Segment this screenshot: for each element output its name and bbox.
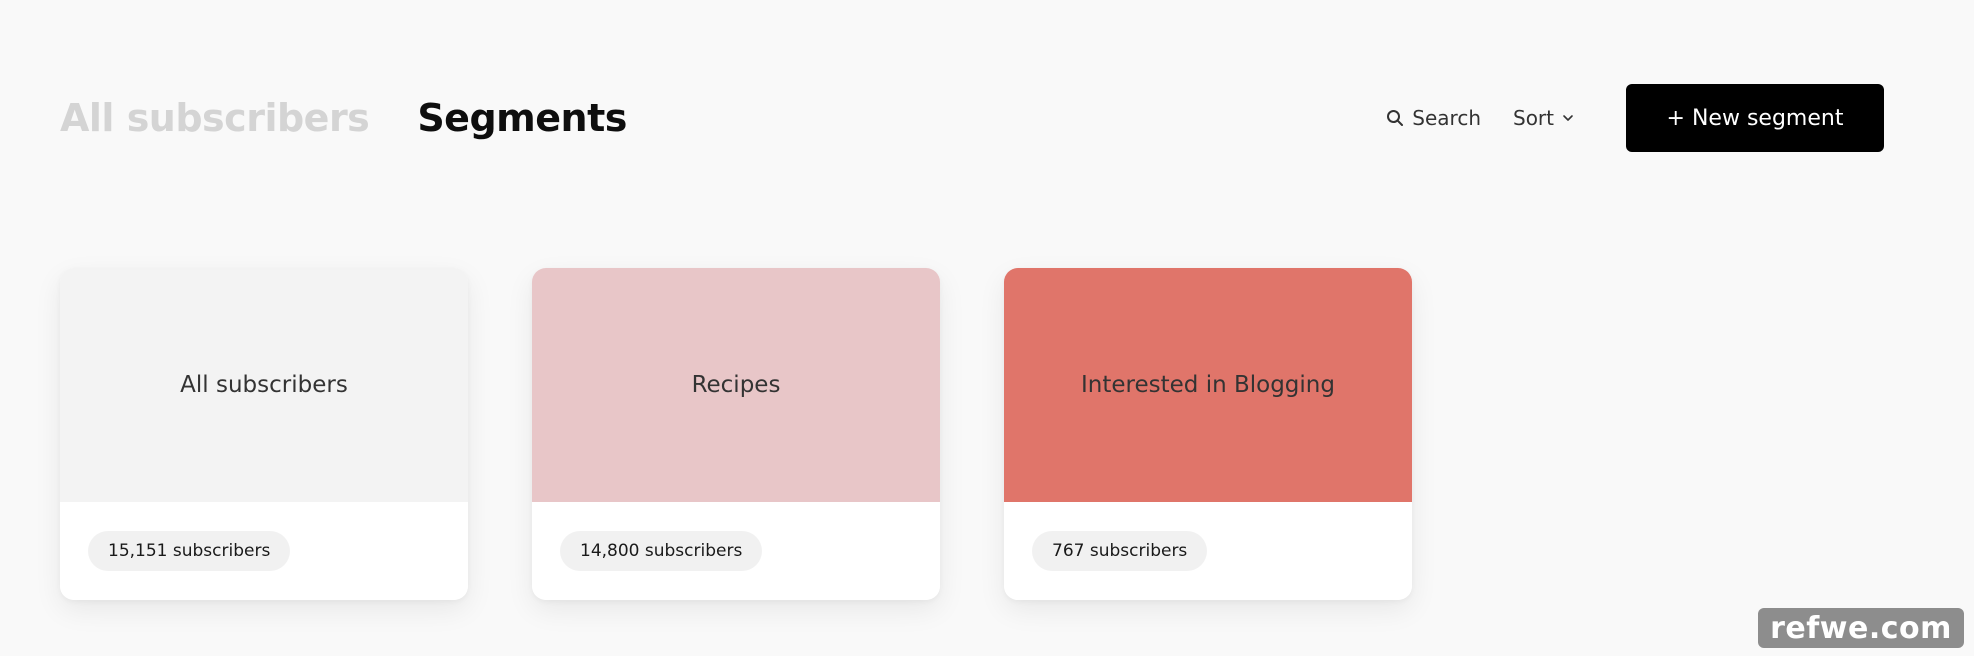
search-icon	[1387, 110, 1404, 126]
segment-cover: All subscribers	[60, 268, 468, 502]
segment-title: Interested in Blogging	[1081, 372, 1335, 398]
sort-dropdown[interactable]: Sort	[1513, 106, 1574, 130]
chevron-down-icon	[1563, 115, 1573, 121]
tab-all-subscribers[interactable]: All subscribers	[60, 90, 370, 146]
segment-cover: Recipes	[532, 268, 940, 502]
tab-segments[interactable]: Segments	[417, 90, 627, 146]
segment-title: All subscribers	[180, 372, 348, 398]
segment-footer: 14,800 subscribers	[532, 502, 940, 600]
new-segment-button[interactable]: + New segment	[1626, 84, 1884, 152]
segment-tabs: All subscribers Segments	[60, 90, 627, 146]
toolbar-actions: Search Sort + New segment	[1386, 84, 1884, 152]
subscriber-count-badge: 15,151 subscribers	[88, 531, 291, 571]
segment-title: Recipes	[691, 372, 781, 398]
segment-list: All subscribers 15,151 subscribers Recip…	[60, 268, 1412, 600]
segment-card-recipes[interactable]: Recipes 14,800 subscribers	[532, 268, 940, 600]
subscriber-count-badge: 767 subscribers	[1032, 531, 1208, 571]
search-label: Search	[1412, 106, 1481, 130]
segment-footer: 767 subscribers	[1004, 502, 1412, 600]
segment-card-all-subscribers[interactable]: All subscribers 15,151 subscribers	[60, 268, 468, 600]
sort-label: Sort	[1513, 106, 1554, 130]
segment-card-interested-in-blogging[interactable]: Interested in Blogging 767 subscribers	[1004, 268, 1412, 600]
watermark: refwe.com	[1758, 608, 1964, 648]
segment-cover: Interested in Blogging	[1004, 268, 1412, 502]
segment-footer: 15,151 subscribers	[60, 502, 468, 600]
search-button[interactable]: Search	[1386, 106, 1481, 130]
subscriber-count-badge: 14,800 subscribers	[560, 531, 763, 571]
